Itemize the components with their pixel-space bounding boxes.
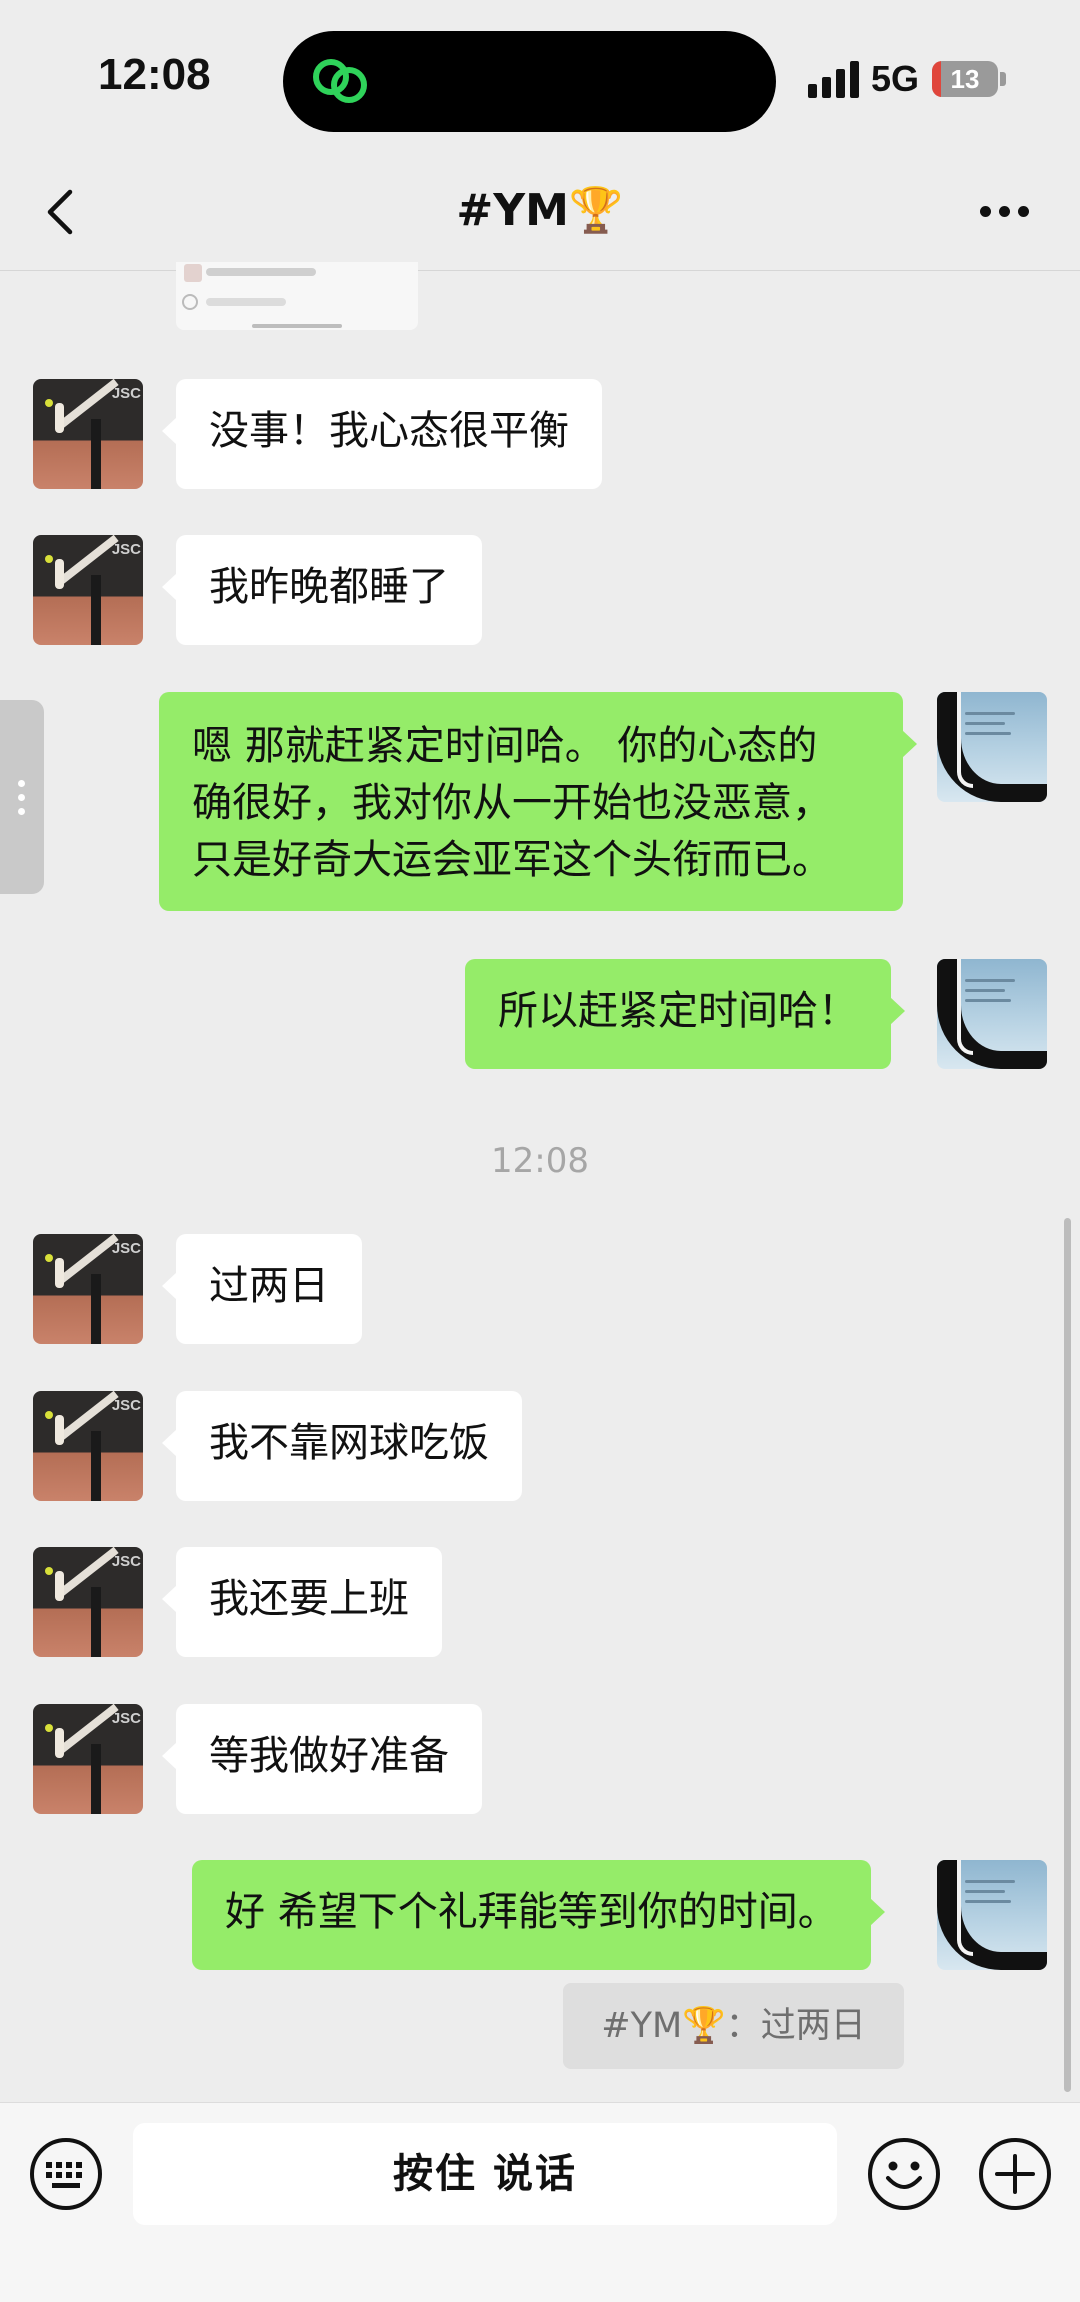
message-bubble-outgoing[interactable]: 好 希望下个礼拜能等到你的时间。 [192, 1860, 885, 1970]
message-bubble-incoming[interactable]: 过两日 [162, 1234, 362, 1344]
avatar-tag: JSC [111, 1553, 141, 1570]
avatar-tag: JSC [111, 1710, 141, 1727]
avatar-tag: JSC [111, 1240, 141, 1257]
side-drawer-handle[interactable] [0, 700, 44, 894]
message-bubble-incoming[interactable]: 没事！我心态很平衡 [162, 379, 602, 489]
battery-nub [1000, 72, 1006, 86]
network-type: 5G [871, 58, 920, 99]
avatar-contact[interactable]: JSC [33, 535, 143, 645]
signal-icon [808, 60, 862, 98]
avatar-contact[interactable]: JSC [33, 379, 143, 489]
card-text-line [206, 298, 286, 306]
message-bubble-outgoing[interactable]: 嗯 那就赶紧定时间哈。 你的心态的 确很好，我对你从一开始也没恶意， 只是好奇大… [159, 692, 917, 911]
scrollbar[interactable] [1064, 1218, 1071, 2092]
chat-header: #YM🏆 [0, 160, 1080, 271]
more-dots-icon[interactable] [980, 206, 1030, 220]
partial-message-card[interactable] [176, 262, 418, 330]
message-bubble-incoming[interactable]: 我不靠网球吃饭 [162, 1391, 522, 1501]
plus-icon[interactable] [977, 2136, 1053, 2212]
card-thumbnail [184, 264, 202, 282]
input-bar: 按住 说话 [0, 2102, 1080, 2302]
card-text-line [206, 268, 316, 276]
message-timestamp: 12:08 [491, 1141, 589, 1181]
avatar-contact[interactable]: JSC [33, 1234, 143, 1344]
avatar-tag: JSC [111, 541, 141, 558]
card-bottom-bar [252, 324, 342, 328]
quoted-message[interactable]: #YM🏆：过两日 [563, 1983, 904, 2069]
avatar-tag: JSC [111, 1397, 141, 1414]
message-line: 只是好奇大运会亚军这个头衔而已。 [192, 837, 832, 883]
avatar-self[interactable] [937, 959, 1047, 1069]
message-bubble-incoming[interactable]: 等我做好准备 [162, 1704, 482, 1814]
keyboard-icon[interactable] [28, 2136, 104, 2212]
avatar-tag: JSC [111, 385, 141, 402]
avatar-contact[interactable]: JSC [33, 1391, 143, 1501]
avatar-self[interactable] [937, 1860, 1047, 1970]
status-time: 12:08 [98, 50, 211, 99]
battery-icon: 13 [932, 61, 998, 97]
emoji-icon[interactable] [866, 2136, 942, 2212]
battery-percent: 13 [950, 64, 980, 94]
avatar-contact[interactable]: JSC [33, 1547, 143, 1657]
message-line: 确很好，我对你从一开始也没恶意， [192, 780, 832, 826]
message-line: 嗯 那就赶紧定时间哈。 你的心态的 [192, 723, 818, 769]
chat-title: #YM🏆 [456, 185, 624, 236]
avatar-contact[interactable]: JSC [33, 1704, 143, 1814]
message-bubble-incoming[interactable]: 我昨晚都睡了 [162, 535, 482, 645]
dynamic-island [283, 31, 776, 132]
hold-to-talk-button[interactable]: 按住 说话 [133, 2123, 837, 2225]
avatar-self[interactable] [937, 692, 1047, 802]
message-bubble-outgoing[interactable]: 所以赶紧定时间哈！ [465, 959, 905, 1069]
link-app-icon [313, 59, 367, 103]
message-bubble-incoming[interactable]: 我还要上班 [162, 1547, 442, 1657]
mini-program-icon [182, 294, 198, 310]
